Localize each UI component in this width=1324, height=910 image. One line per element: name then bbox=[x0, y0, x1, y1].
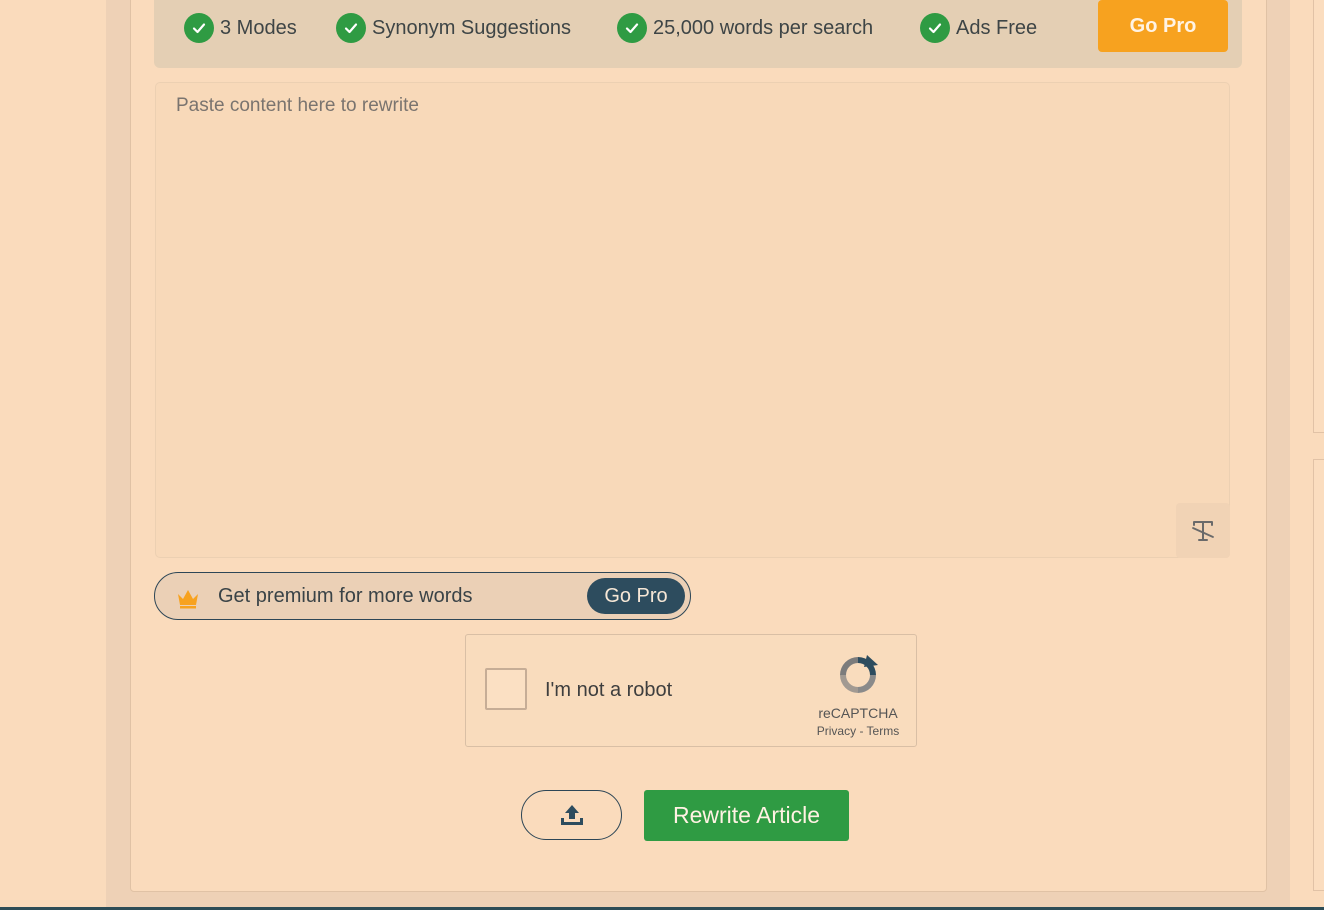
feature-label: Ads Free bbox=[956, 16, 1038, 39]
page: 3 Modes Synonym Suggestions 25,000 words… bbox=[0, 0, 1324, 910]
content-input[interactable] bbox=[156, 83, 1229, 557]
feature-item: 25,000 words per search bbox=[617, 13, 873, 43]
check-circle-icon bbox=[920, 13, 950, 43]
check-circle-icon bbox=[617, 13, 647, 43]
feature-item: Synonym Suggestions bbox=[336, 13, 571, 43]
recaptcha-icon bbox=[840, 655, 878, 693]
upload-button[interactable] bbox=[521, 790, 622, 840]
feature-item: Ads Free bbox=[920, 13, 1037, 43]
check-circle-icon bbox=[184, 13, 214, 43]
clear-format-icon bbox=[1192, 520, 1214, 541]
right-panel-top bbox=[1313, 0, 1324, 433]
feature-item: 3 Modes bbox=[184, 13, 297, 43]
recaptcha-brand: reCAPTCHA bbox=[818, 705, 898, 721]
go-pro-button[interactable]: Go Pro bbox=[1098, 0, 1228, 52]
premium-text: Get premium for more words bbox=[218, 585, 473, 607]
rewrite-editor bbox=[155, 82, 1230, 558]
right-panel-bottom bbox=[1313, 459, 1324, 891]
feature-label: 25,000 words per search bbox=[653, 16, 874, 39]
rewrite-article-button[interactable]: Rewrite Article bbox=[644, 790, 849, 841]
feature-label: 3 Modes bbox=[220, 16, 297, 39]
captcha-label: I'm not a robot bbox=[545, 679, 673, 701]
check-circle-icon bbox=[336, 13, 366, 43]
captcha-checkbox[interactable] bbox=[485, 668, 527, 710]
premium-upsell: Get premium for more words Go Pro bbox=[154, 572, 691, 620]
clear-format-button[interactable] bbox=[1176, 503, 1230, 558]
feature-label: Synonym Suggestions bbox=[372, 16, 572, 39]
upload-icon bbox=[560, 805, 583, 825]
recaptcha-links[interactable]: Privacy - Terms bbox=[806, 724, 910, 738]
crown-icon bbox=[178, 590, 198, 609]
recaptcha-widget: I'm not a robot reCAPTCHA Privacy - Term… bbox=[465, 634, 917, 747]
left-gutter bbox=[0, 0, 106, 910]
go-pro-pill-button[interactable]: Go Pro bbox=[587, 578, 685, 614]
